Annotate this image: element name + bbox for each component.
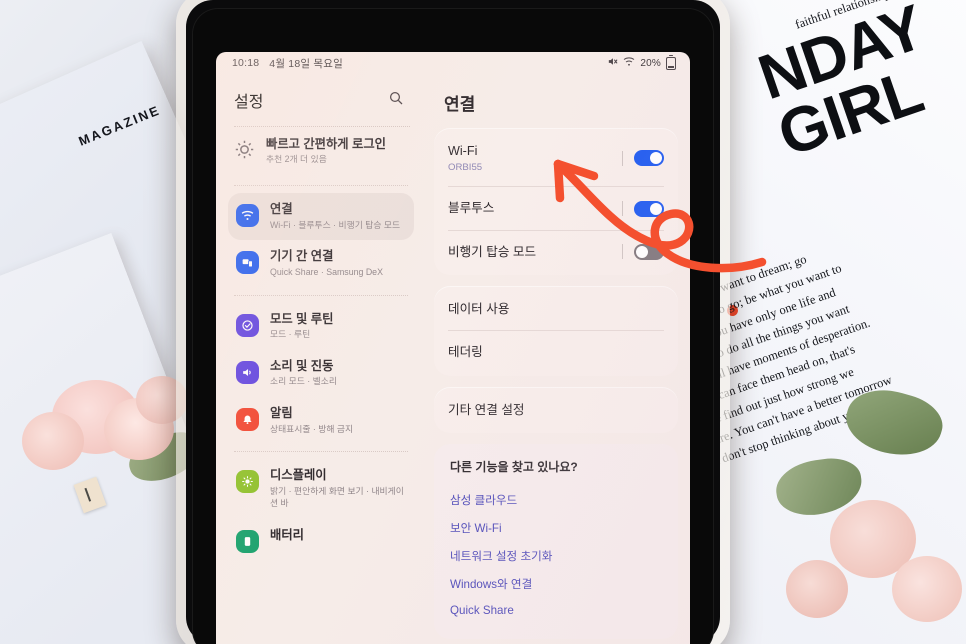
sidebar-item-label: 모드 및 루틴: [270, 311, 334, 326]
row-airplane-mode[interactable]: 비행기 탑승 모드: [448, 229, 664, 273]
hint-link-link-to-windows[interactable]: Windows와 연결: [450, 570, 662, 598]
sidebar-item-connected-devices[interactable]: 기기 간 연결 Quick Share · Samsung DeX: [228, 240, 414, 287]
hint-link-secure-wifi[interactable]: 보안 Wi-Fi: [450, 514, 662, 542]
divider: [622, 201, 623, 217]
brightness-icon: [236, 470, 259, 494]
page-title: 설정: [234, 94, 264, 111]
bulb-icon: [234, 139, 255, 165]
detail-title: 연결: [444, 95, 476, 114]
sidebar-item-connections[interactable]: 연결 Wi-Fi · 블루투스 · 비행기 탑승 모드: [228, 193, 414, 241]
mute-icon: [607, 56, 618, 70]
devices-icon: [236, 251, 259, 275]
status-bar: 10:18 4월 18일 목요일 20%: [216, 52, 690, 74]
bell-icon: [236, 408, 259, 432]
sidebar-item-sublabel: 밝기 · 편안하게 화면 보기 · 내비게이션 바: [270, 485, 404, 508]
row-label: Wi-Fi: [448, 144, 478, 158]
sidebar-item-label: 디스플레이: [270, 468, 327, 483]
divider: [234, 451, 408, 453]
sidebar-item-label: 배터리: [270, 527, 304, 542]
row-data-usage[interactable]: 데이터 사용: [448, 288, 664, 330]
status-date: 4월 18일 목요일: [269, 57, 343, 70]
divider: [622, 150, 623, 166]
sidebar-item-label: 알림: [270, 406, 293, 421]
sidebar-item-sublabel: 소리 모드 · 벨소리: [270, 376, 337, 387]
divider: [234, 185, 408, 187]
row-label: 테더링: [448, 345, 483, 360]
speaker-icon: [236, 360, 259, 384]
hint-question: 다른 기능을 찾고 있나요?: [450, 460, 578, 475]
sidebar-item-sounds-vibration[interactable]: 소리 및 진동 소리 모드 · 벨소리: [228, 350, 414, 397]
sidebar-item-battery[interactable]: 배터리: [228, 519, 414, 562]
login-promo-title: 빠르고 간편하게 로그인: [266, 137, 386, 151]
connections-detail-pane: 연결 Wi-Fi ORBI55 블루투스 비행기 탑승 모드 데이터 사용 테더…: [424, 74, 690, 644]
hint-link-quick-share[interactable]: Quick Share: [450, 598, 662, 623]
sidebar-item-notifications[interactable]: 알림 상태표시줄 · 방해 금지: [228, 397, 414, 444]
row-label: 기타 연결 설정: [448, 402, 525, 417]
sidebar-item-label: 기기 간 연결: [270, 249, 334, 264]
airplane-mode-toggle[interactable]: [634, 243, 664, 260]
sidebar-item-label: 연결: [270, 202, 293, 217]
row-label: 블루투스: [448, 201, 495, 216]
login-promo-subtitle: 추천 2개 더 있음: [266, 154, 327, 165]
sidebar-item-login-promo[interactable]: 빠르고 간편하게 로그인 추천 2개 더 있음: [232, 127, 410, 178]
row-other-connection-settings[interactable]: 기타 연결 설정: [448, 389, 664, 431]
tablet-screen: 10:18 4월 18일 목요일 20% 설정 빠르고 간편하게 로그인 추천 …: [216, 52, 690, 644]
photo-scene: MAGAZINE is better than faithful relatio…: [0, 0, 966, 644]
divider: [622, 244, 623, 260]
flower-decoration: [786, 560, 848, 618]
hint-link-samsung-cloud[interactable]: 삼성 클라우드: [450, 486, 662, 514]
row-label: 비행기 탑승 모드: [448, 244, 537, 259]
sidebar-item-sublabel: Quick Share · Samsung DeX: [270, 266, 383, 277]
row-bluetooth[interactable]: 블루투스: [448, 186, 664, 229]
row-tethering[interactable]: 테더링: [448, 330, 664, 373]
other-settings-card: 기타 연결 설정: [434, 386, 678, 434]
looking-for-something-else-card: 다른 기능을 찾고 있나요? 삼성 클라우드 보안 Wi-Fi 네트워크 설정 …: [434, 444, 678, 640]
toggle-card: Wi-Fi ORBI55 블루투스 비행기 탑승 모드: [434, 128, 678, 276]
wifi-toggle[interactable]: [634, 150, 664, 167]
row-sublabel: ORBI55: [448, 162, 483, 174]
row-label: 데이터 사용: [448, 302, 510, 317]
battery-icon: [236, 529, 259, 553]
wifi-icon: [236, 204, 259, 228]
bluetooth-toggle[interactable]: [634, 200, 664, 217]
sidebar-item-sublabel: 모드 · 루틴: [270, 329, 311, 340]
status-time: 10:18: [232, 57, 260, 69]
wifi-icon: [623, 56, 635, 70]
settings-sidebar: 설정 빠르고 간편하게 로그인 추천 2개 더 있음 연결 Wi-Fi · 블루…: [216, 74, 424, 644]
search-icon[interactable]: [388, 90, 404, 111]
divider: [234, 294, 408, 296]
data-card: 데이터 사용 테더링: [434, 286, 678, 376]
battery-percent: 20%: [640, 57, 661, 69]
sidebar-item-modes-routines[interactable]: 모드 및 루틴 모드 · 루틴: [228, 303, 414, 350]
sidebar-item-display[interactable]: 디스플레이 밝기 · 편안하게 화면 보기 · 내비게이션 바: [228, 459, 414, 518]
battery-icon: [666, 54, 676, 70]
sidebar-item-sublabel: 상태표시줄 · 방해 금지: [270, 423, 354, 434]
sidebar-item-label: 소리 및 진동: [270, 358, 334, 373]
flower-decoration: [892, 556, 962, 622]
check-circle-icon: [236, 313, 259, 337]
sidebar-item-sublabel: Wi-Fi · 블루투스 · 비행기 탑승 모드: [270, 219, 401, 230]
hint-link-reset-network-settings[interactable]: 네트워크 설정 초기화: [450, 542, 662, 570]
row-wifi[interactable]: Wi-Fi ORBI55: [448, 130, 664, 186]
flower-decoration: [22, 412, 84, 470]
